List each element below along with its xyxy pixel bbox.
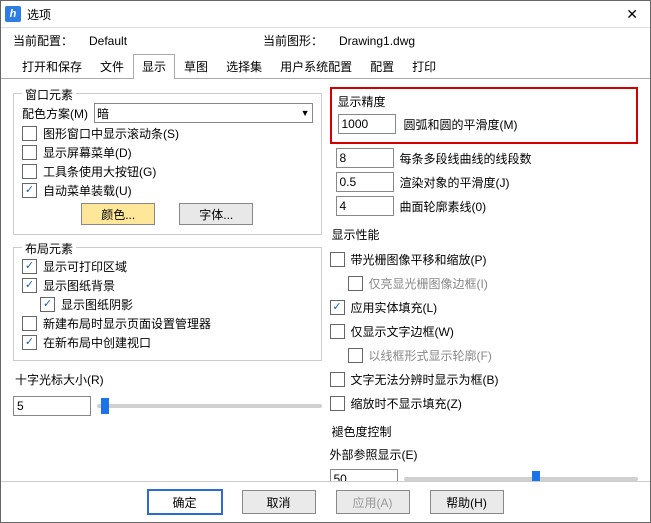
chk-printable[interactable]: [22, 259, 37, 274]
chk-paper-shadow[interactable]: [40, 297, 55, 312]
crosshair-slider[interactable]: [97, 404, 322, 408]
legend-performance: 显示性能: [332, 226, 639, 243]
polyline-segs-input[interactable]: 8: [336, 148, 394, 168]
legend-fade: 褪色度控制: [332, 423, 639, 440]
arc-smoothness-input[interactable]: 1000: [338, 114, 396, 134]
apply-button[interactable]: 应用(A): [336, 490, 410, 514]
tab-draft[interactable]: 草图: [175, 54, 217, 79]
tab-profiles[interactable]: 配置: [361, 54, 403, 79]
tab-plot[interactable]: 打印: [403, 54, 445, 79]
lbl-paper-shadow: 显示图纸阴影: [61, 296, 133, 313]
lbl-text-true: 文字无法分辨时显示为框(B): [351, 371, 499, 388]
current-drawing-value: Drawing1.dwg: [339, 34, 509, 48]
current-config-value: Default: [89, 34, 259, 48]
chk-zoom-nofill[interactable]: [330, 396, 345, 411]
chevron-down-icon: ▼: [301, 108, 310, 118]
xref-fade-label: 外部参照显示(E): [330, 446, 639, 463]
help-button[interactable]: 帮助(H): [430, 490, 504, 514]
color-scheme-select[interactable]: 暗 ▼: [94, 103, 313, 123]
chk-wireframe[interactable]: [348, 348, 363, 363]
close-icon[interactable]: ✕: [618, 6, 646, 23]
lbl-auto-menu: 自动菜单装载(U): [43, 182, 132, 199]
tab-selection[interactable]: 选择集: [217, 54, 271, 79]
chk-paper-bg[interactable]: [22, 278, 37, 293]
lbl-printable: 显示可打印区域: [43, 258, 127, 275]
polyline-segs-label: 每条多段线曲线的线段数: [400, 150, 532, 167]
lbl-highlight-raster: 仅亮显光栅图像边框(I): [369, 275, 488, 292]
contour-lines-label: 曲面轮廓素线(0): [400, 198, 487, 215]
lbl-page-setup: 新建布局时显示页面设置管理器: [43, 315, 211, 332]
render-smooth-input[interactable]: 0.5: [336, 172, 394, 192]
tab-bar: 打开和保存 文件 显示 草图 选择集 用户系统配置 配置 打印: [1, 53, 650, 79]
chk-highlight-raster[interactable]: [348, 276, 363, 291]
legend-window-elements: 窗口元素: [22, 86, 76, 103]
color-button[interactable]: 颜色...: [81, 203, 155, 225]
chk-text-true[interactable]: [330, 372, 345, 387]
chk-create-viewport[interactable]: [22, 335, 37, 350]
cancel-button[interactable]: 取消: [242, 490, 316, 514]
color-scheme-label: 配色方案(M): [22, 105, 88, 122]
xref-fade-slider[interactable]: [404, 477, 639, 481]
ok-button[interactable]: 确定: [148, 490, 222, 514]
lbl-wireframe: 以线框形式显示轮廓(F): [369, 347, 492, 364]
xref-fade-input[interactable]: 50: [330, 469, 398, 481]
color-scheme-value: 暗: [97, 105, 109, 122]
window-title: 选项: [27, 6, 618, 23]
group-window-elements: 窗口元素 配色方案(M) 暗 ▼ 图形窗口中显示滚动条(S) 显示屏幕菜单(D)…: [13, 93, 322, 235]
render-smooth-label: 渲染对象的平滑度(J): [400, 174, 510, 191]
current-drawing-label: 当前图形：: [263, 32, 335, 49]
chk-text-frame[interactable]: [330, 324, 345, 339]
font-button[interactable]: 字体...: [179, 203, 253, 225]
tab-display[interactable]: 显示: [133, 54, 175, 79]
crosshair-label: 十字光标大小(R): [15, 371, 322, 388]
app-icon: h: [5, 6, 21, 22]
tab-user-prefs[interactable]: 用户系统配置: [271, 54, 361, 79]
current-config-label: 当前配置：: [13, 32, 85, 49]
chk-screen-menu[interactable]: [22, 145, 37, 160]
chk-auto-menu[interactable]: [22, 183, 37, 198]
lbl-create-viewport: 在新布局中创建视口: [43, 334, 151, 351]
lbl-paper-bg: 显示图纸背景: [43, 277, 115, 294]
chk-raster-pan[interactable]: [330, 252, 345, 267]
legend-layout-elements: 布局元素: [22, 240, 76, 257]
lbl-raster-pan: 带光栅图像平移和缩放(P): [351, 251, 487, 268]
group-layout-elements: 布局元素 显示可打印区域 显示图纸背景 显示图纸阴影 新建布局时显示页面设置管理…: [13, 247, 322, 361]
lbl-text-frame: 仅显示文字边框(W): [351, 323, 454, 340]
tab-files[interactable]: 文件: [91, 54, 133, 79]
legend-precision: 显示精度: [338, 95, 386, 109]
lbl-screen-menu: 显示屏幕菜单(D): [43, 144, 132, 161]
chk-large-buttons[interactable]: [22, 164, 37, 179]
chk-page-setup[interactable]: [22, 316, 37, 331]
chk-scrollbars[interactable]: [22, 126, 37, 141]
lbl-scrollbars: 图形窗口中显示滚动条(S): [43, 125, 179, 142]
arc-smoothness-label: 圆弧和圆的平滑度(M): [404, 116, 518, 133]
lbl-large-buttons: 工具条使用大按钮(G): [43, 163, 156, 180]
lbl-zoom-nofill: 缩放时不显示填充(Z): [351, 395, 462, 412]
lbl-solid-fill: 应用实体填充(L): [351, 299, 438, 316]
highlight-precision: 显示精度 1000 圆弧和圆的平滑度(M): [330, 87, 639, 144]
contour-lines-input[interactable]: 4: [336, 196, 394, 216]
tab-open-save[interactable]: 打开和保存: [13, 54, 91, 79]
chk-solid-fill[interactable]: [330, 300, 345, 315]
crosshair-input[interactable]: 5: [13, 396, 91, 416]
